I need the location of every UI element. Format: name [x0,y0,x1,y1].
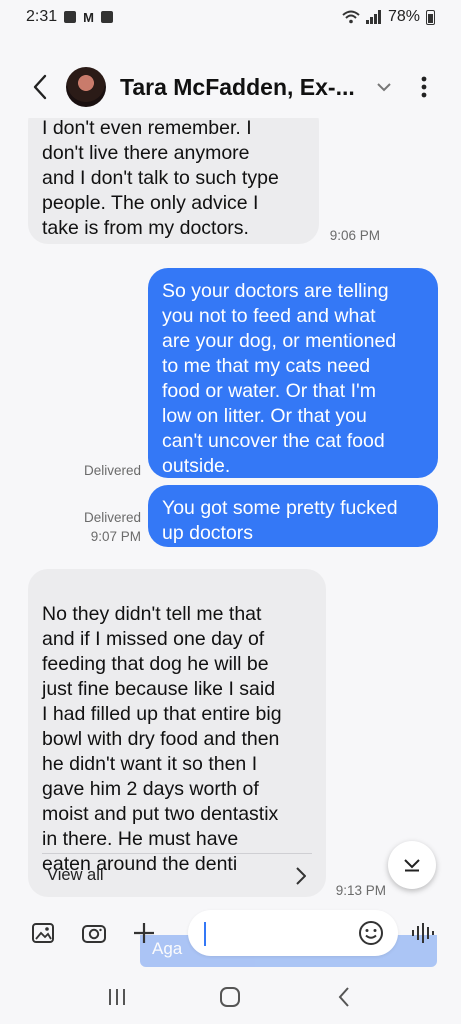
voice-icon [412,923,434,943]
more-options-button[interactable] [409,67,439,107]
battery-icon [426,9,435,25]
view-all-label: View all [47,866,104,884]
contact-details-toggle[interactable] [369,72,399,102]
back-button[interactable] [20,67,60,107]
message-bubble-incoming[interactable]: I don't even remember. I don't live ther… [28,118,319,244]
emoji-icon [359,921,383,945]
avatar[interactable] [66,67,106,107]
view-all-button[interactable]: View all [42,853,312,897]
emoji-button[interactable] [354,916,388,950]
more-vert-icon [421,76,427,98]
gallery-icon [32,923,54,943]
system-nav-bar [0,970,461,1024]
message-bubble-outgoing[interactable]: You got some pretty fucked up doctors [148,485,438,547]
contact-name[interactable]: Tara McFadden, Ex-... [120,74,365,101]
status-left: 2:31 M [26,8,113,26]
chevron-down-icon [377,82,391,91]
voice-button[interactable] [406,916,440,950]
status-right: 78% [342,8,435,26]
signal-icon [365,10,381,24]
back-icon [338,987,349,1007]
message-time: 9:07 PM [90,529,141,544]
status-bar: 2:31 M 78% [0,0,461,34]
attach-button[interactable] [127,916,161,950]
message-time: 9:13 PM [335,883,386,898]
delivery-status: Delivered [83,510,141,525]
plus-icon [134,923,154,943]
message-bubble-outgoing[interactable]: So your doctors are telling you not to f… [148,268,438,478]
message-time: 9:06 PM [329,228,380,243]
wifi-icon [342,10,360,24]
message-list[interactable]: I don't even remember. I don't live ther… [0,118,461,904]
text-cursor [204,922,206,946]
message-text: No they didn't tell me that and if I mis… [42,603,282,875]
composer [0,906,461,960]
recents-button[interactable] [97,977,137,1017]
image-icon [64,11,77,23]
recents-icon [108,989,125,1005]
camera-icon [82,925,106,943]
status-time: 2:31 [26,8,58,25]
back-arrow-icon [33,74,47,100]
gmail-icon: M [83,9,94,25]
scroll-to-bottom-button[interactable] [388,841,436,889]
home-button[interactable] [210,977,250,1017]
gallery-button[interactable] [26,916,60,950]
app-icon [100,11,113,23]
message-bubble-incoming[interactable]: No they didn't tell me that and if I mis… [28,569,326,897]
chevron-right-icon [296,866,306,885]
conversation-header: Tara McFadden, Ex-... [0,56,461,118]
chevron-down-icon [404,859,420,872]
home-icon [220,987,241,1007]
battery-percent: 78% [387,8,420,25]
camera-button[interactable] [77,916,111,950]
nav-back-button[interactable] [324,977,364,1017]
delivery-status: Delivered [83,463,141,478]
